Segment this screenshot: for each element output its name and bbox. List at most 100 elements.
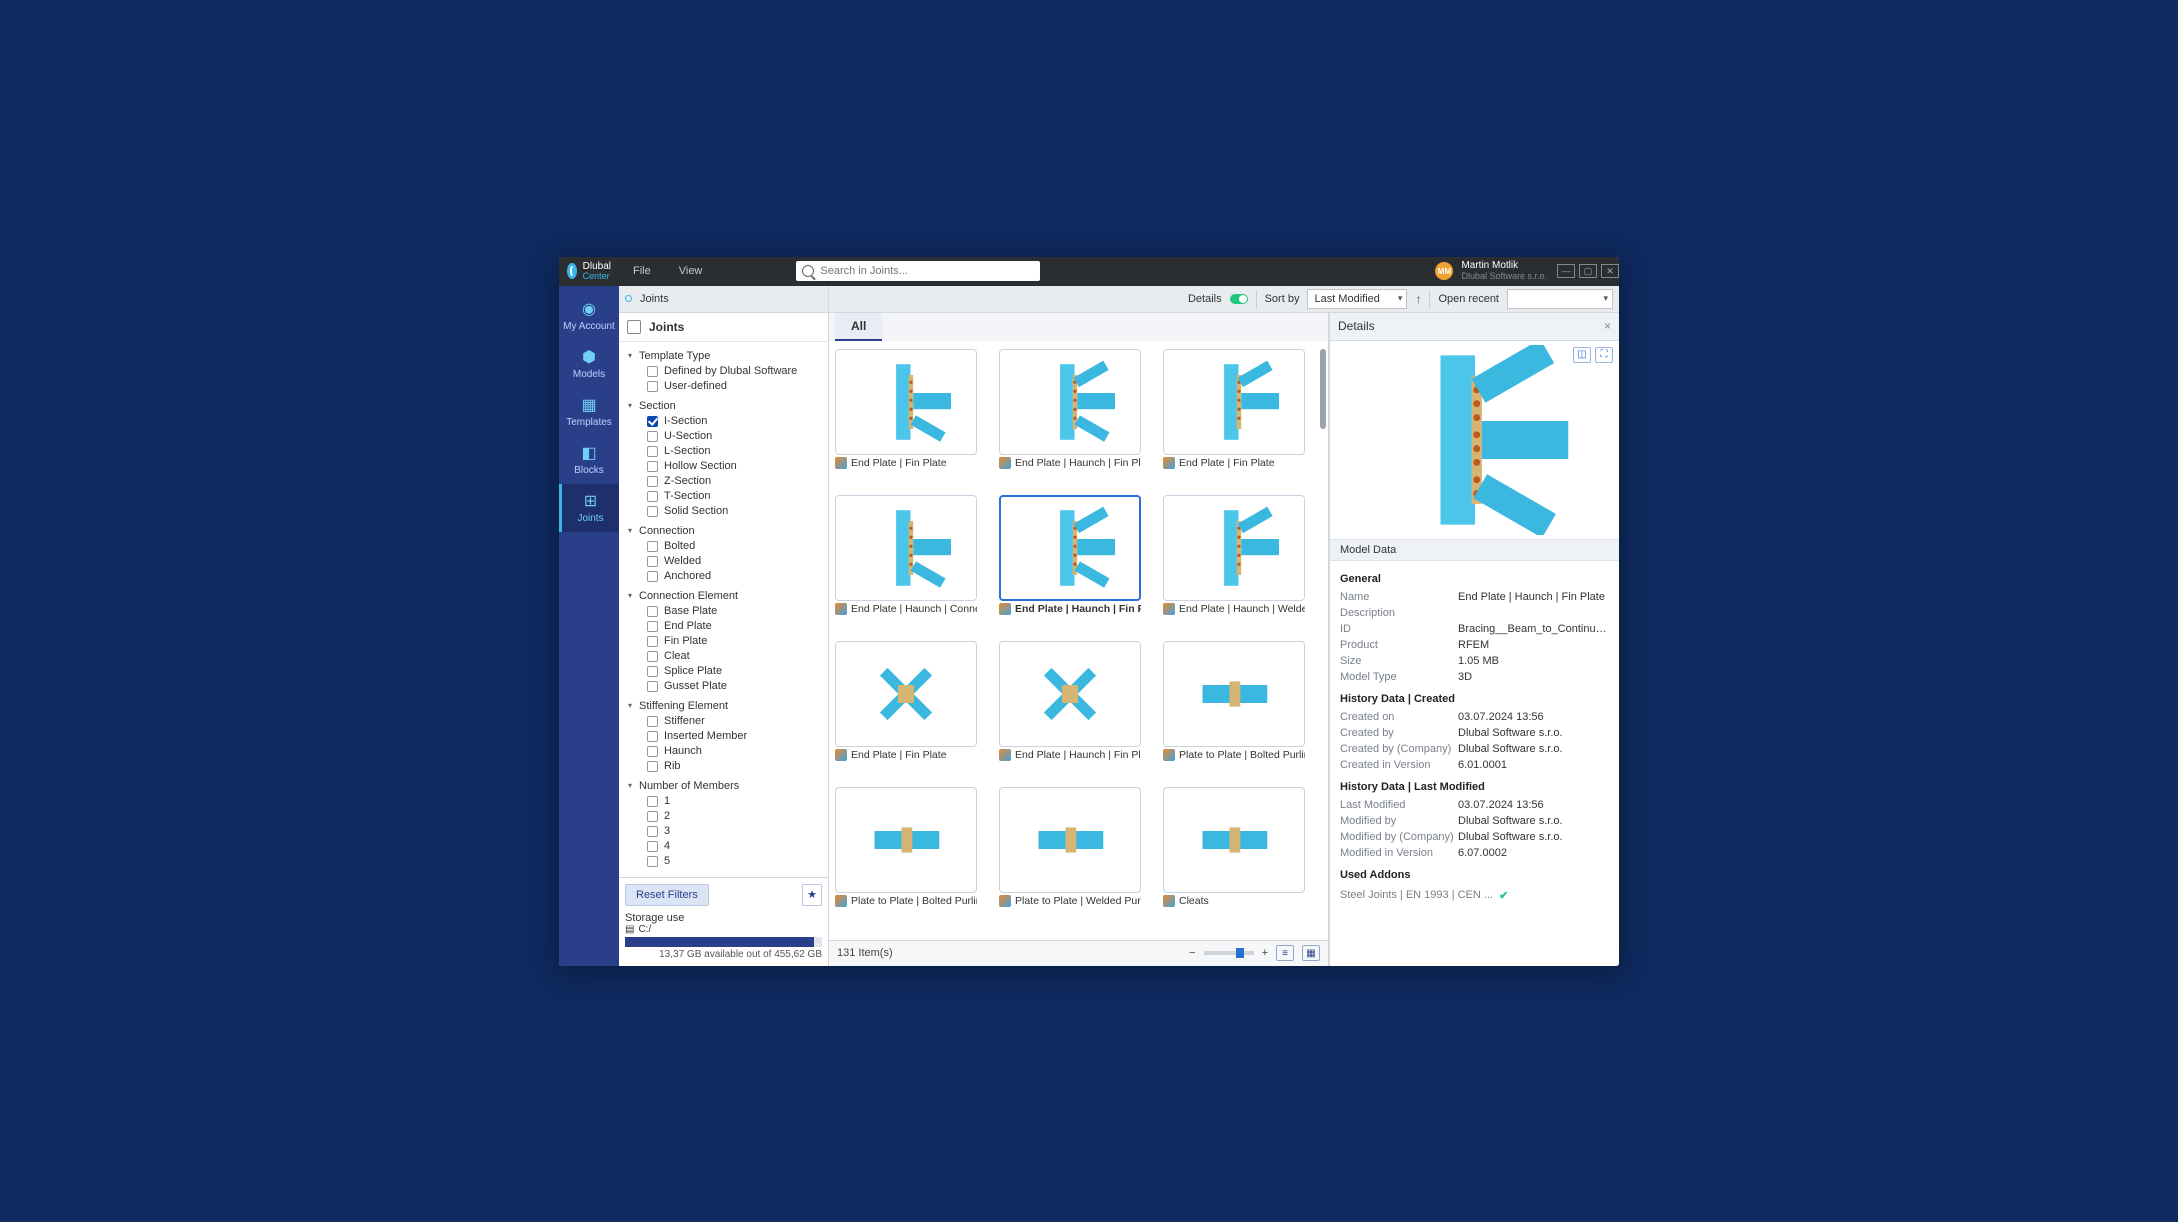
filter-option[interactable]: Z-Section [625,474,822,489]
filter-option[interactable]: L-Section [625,444,822,459]
filter-option[interactable]: Stiffener [625,714,822,729]
zoom-out-button[interactable]: − [1189,947,1195,959]
joint-card[interactable]: End Plate | Haunch | Connec... [835,495,977,623]
user-area[interactable]: MM Martin Motlik Dlubal Software s.r.o. [1435,261,1553,281]
filter-option[interactable]: T-Section [625,489,822,504]
preview-expand-icon[interactable]: ⛶ [1595,347,1613,363]
leftnav-joints[interactable]: ⊞Joints [559,484,619,532]
zoom-in-button[interactable]: + [1262,947,1268,959]
filter-option[interactable]: Rib [625,759,822,774]
details-row: Modified in Version6.07.0002 [1330,845,1619,861]
list-view-button[interactable]: ≡ [1276,945,1294,961]
card-thumb [999,641,1141,747]
scrollbar-thumb[interactable] [1320,349,1326,429]
drive-icon: ▤ [625,924,634,935]
tab-all[interactable]: All [835,313,882,341]
filter-option[interactable]: Anchored [625,569,822,584]
joint-card[interactable]: Plate to Plate | Welded Purli... [999,787,1141,915]
filter-group-title[interactable]: Connection [625,523,822,539]
filter-option[interactable]: Bolted [625,539,822,554]
storage-text: 13,37 GB available out of 455,62 GB [625,949,822,960]
filter-option[interactable]: 2 [625,809,822,824]
sort-select[interactable]: Last Modified [1307,289,1407,309]
joint-card[interactable]: End Plate | Fin Plate [835,641,977,769]
menu-file[interactable]: File [619,257,665,286]
details-row: Modified byDlubal Software s.r.o. [1330,813,1619,829]
filter-option[interactable]: End Plate [625,619,822,634]
leftnav-templates[interactable]: ▦Templates [559,388,619,436]
storage-drive: C:/ [638,924,651,935]
details-row: Description [1330,605,1619,621]
details-close-button[interactable]: × [1604,319,1611,333]
filter-option[interactable]: Cleat [625,649,822,664]
window-minimize-button[interactable]: — [1557,264,1575,278]
filter-option[interactable]: User-defined [625,379,822,394]
joint-type-icon [835,457,847,469]
search-input[interactable] [820,265,1034,277]
filter-option[interactable]: Defined by Dlubal Software [625,364,822,379]
filter-option[interactable]: I-Section [625,414,822,429]
joint-card[interactable]: End Plate | Haunch | Fin Plate [999,349,1141,477]
menu-view[interactable]: View [665,257,717,286]
joint-card[interactable]: Plate to Plate | Bolted Purlin [1163,641,1305,769]
filter-option[interactable]: Hollow Section [625,459,822,474]
details-toggle[interactable] [1230,294,1248,304]
filter-option[interactable]: Inserted Member [625,729,822,744]
filter-option[interactable]: Fin Plate [625,634,822,649]
reset-filters-button[interactable]: Reset Filters [625,884,709,906]
joint-type-icon [999,603,1011,615]
window-maximize-button[interactable]: ▢ [1579,264,1597,278]
filter-option[interactable]: Gusset Plate [625,679,822,694]
joint-type-icon [1163,603,1175,615]
joint-card[interactable]: Cleats [1163,787,1305,915]
joints-icon [627,320,641,334]
filter-body[interactable]: Template TypeDefined by Dlubal SoftwareU… [619,342,828,877]
search-icon [802,265,814,277]
filter-group-title[interactable]: Template Type [625,348,822,364]
filter-group-title[interactable]: Number of Members [625,778,822,794]
joint-card[interactable]: End Plate | Haunch | Welded ... [1163,495,1305,623]
filter-option[interactable]: Welded [625,554,822,569]
gallery[interactable]: End Plate | Fin Plate End Plate | Haunch… [829,341,1328,940]
filter-option[interactable]: 1 [625,794,822,809]
checkbox-icon [647,461,658,472]
joint-card[interactable]: End Plate | Haunch | Fin Pl... [999,495,1141,623]
zoom-slider[interactable] [1204,951,1254,955]
card-label: Cleats [1179,895,1209,907]
leftnav-my-account[interactable]: ◉My Account [559,292,619,340]
joint-type-icon [835,895,847,907]
filter-option[interactable]: Solid Section [625,504,822,519]
checkbox-icon [647,651,658,662]
window-close-button[interactable]: ✕ [1601,264,1619,278]
favorite-button[interactable]: ★ [802,884,822,906]
preview-view-icon[interactable]: ◫ [1573,347,1591,363]
filter-group-title[interactable]: Stiffening Element [625,698,822,714]
joint-thumbnail-icon [1179,357,1289,447]
filter-option[interactable]: 4 [625,839,822,854]
filter-option[interactable]: Haunch [625,744,822,759]
filter-option[interactable]: 3 [625,824,822,839]
filter-group-title[interactable]: Section [625,398,822,414]
filter-option[interactable]: Splice Plate [625,664,822,679]
filter-option[interactable]: Base Plate [625,604,822,619]
details-title: Details [1338,319,1375,333]
leftnav-blocks[interactable]: ◧Blocks [559,436,619,484]
joint-card[interactable]: End Plate | Fin Plate [835,349,977,477]
details-row: ProductRFEM [1330,637,1619,653]
sort-direction-button[interactable]: ↑ [1415,292,1421,306]
open-recent-select[interactable] [1507,289,1613,309]
details-body[interactable]: GeneralNameEnd Plate | Haunch | Fin Plat… [1330,561,1619,966]
search-bar[interactable] [796,261,1040,281]
filter-option[interactable]: 5 [625,854,822,869]
checkbox-icon [647,761,658,772]
joint-card[interactable]: Plate to Plate | Bolted Purlin ... [835,787,977,915]
breadcrumb: Joints [640,293,669,305]
grid-view-button[interactable]: ▦ [1302,945,1320,961]
joint-card[interactable]: End Plate | Fin Plate [1163,349,1305,477]
filter-option[interactable]: U-Section [625,429,822,444]
leftnav-models[interactable]: ⬢Models [559,340,619,388]
filter-group-title[interactable]: Connection Element [625,588,822,604]
joint-thumbnail-icon [1015,357,1125,447]
checkbox-icon [647,841,658,852]
joint-card[interactable]: End Plate | Haunch | Fin Plate [999,641,1141,769]
